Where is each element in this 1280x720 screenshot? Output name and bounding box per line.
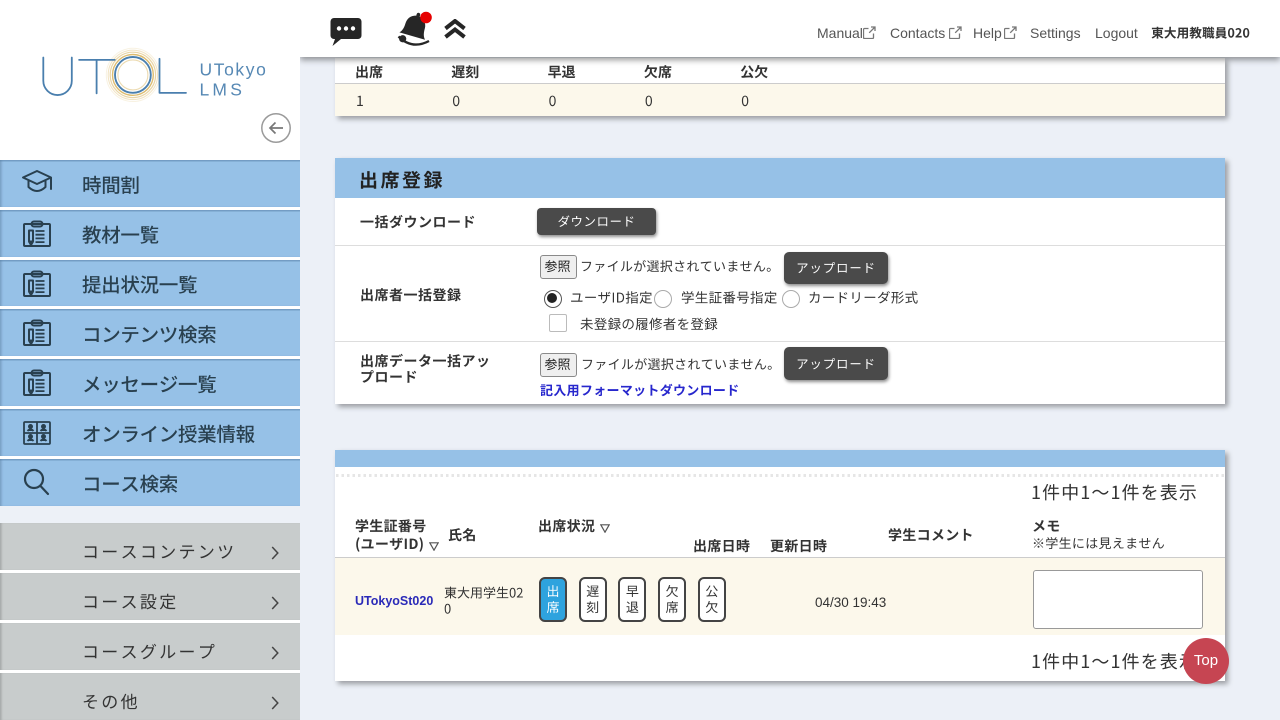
svg-text:UTokyo: UTokyo — [200, 59, 268, 79]
svg-text:LMS: LMS — [200, 79, 246, 99]
